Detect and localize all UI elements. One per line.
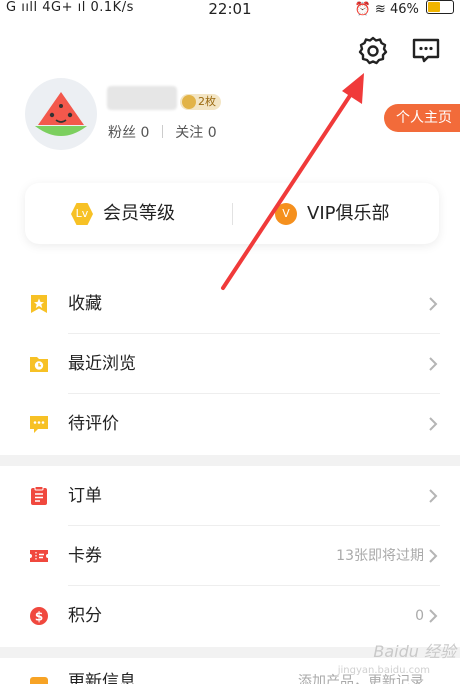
update-info-icon [29, 676, 49, 684]
vip-badge-icon: V [275, 203, 297, 225]
chevron-right-icon [426, 416, 440, 432]
membership-card: Lv 会员等级 V VIP俱乐部 [25, 183, 439, 244]
vip-club-button[interactable]: V VIP俱乐部 [275, 183, 389, 244]
username-blurred [107, 86, 177, 110]
menu-row-to-review[interactable]: 待评价 [0, 394, 460, 454]
chevron-right-icon [426, 488, 440, 504]
member-level-button[interactable]: Lv 会员等级 [71, 183, 175, 244]
status-right: ⏰ ≋ 46% [355, 0, 454, 17]
alarm-icon: ⏰ [354, 2, 371, 17]
profile-stats: 粉丝 0 关注 0 [108, 122, 217, 142]
level-badge-icon: Lv [71, 203, 93, 225]
star-bookmark-icon [29, 294, 49, 314]
menu-label: 卡券 [68, 546, 102, 566]
menu-label: 最近浏览 [68, 354, 136, 374]
points-value: 0 [415, 608, 424, 624]
message-icon[interactable] [410, 34, 442, 66]
personal-home-button[interactable]: 个人主页 [384, 104, 460, 132]
baidu-watermark: Baidu 经验 [373, 642, 456, 661]
settings-gear-icon[interactable] [357, 34, 389, 66]
membership-divider [232, 203, 233, 225]
battery-icon [426, 0, 454, 14]
menu-label: 待评价 [68, 414, 119, 434]
comment-icon [29, 414, 49, 434]
menu-label: 收藏 [68, 294, 102, 314]
chevron-right-icon [426, 356, 440, 372]
fans-count[interactable]: 粉丝 0 [108, 125, 149, 141]
follow-count[interactable]: 关注 0 [175, 125, 216, 141]
menu-row-points[interactable]: $ 积分 0 [0, 586, 460, 646]
chevron-right-icon [426, 608, 440, 624]
chevron-right-icon [426, 548, 440, 564]
section-gap [0, 455, 460, 466]
medal-count: 2枚 [198, 95, 216, 108]
wifi-icon: ≋ [374, 2, 386, 17]
coupon-expiry-note: 13张即将过期 [336, 548, 424, 564]
menu-label: 订单 [68, 486, 102, 506]
menu-row-favorites[interactable]: 收藏 [0, 274, 460, 334]
points-coin-icon: $ [29, 606, 49, 626]
order-list-icon [29, 486, 49, 506]
battery-percent: 46% [389, 2, 419, 17]
svg-text:$: $ [35, 610, 43, 624]
menu-row-recent[interactable]: 最近浏览 [0, 334, 460, 394]
status-bar: G ııll 4G+ ıl 0.1K/s 22:01 ⏰ ≋ 46% [0, 0, 460, 18]
chevron-right-icon [426, 296, 440, 312]
menu-label: 更新信息 [68, 672, 136, 684]
menu-label: 积分 [68, 606, 102, 626]
vip-club-label: VIP俱乐部 [307, 203, 390, 224]
baidu-watermark-url: jingyan.baidu.com [337, 665, 430, 676]
menu-row-orders[interactable]: 订单 [0, 466, 460, 526]
menu-row-coupons[interactable]: 卡券 13张即将过期 [0, 526, 460, 586]
medal-icon [182, 95, 196, 109]
medal-badge[interactable]: 2枚 [180, 94, 221, 110]
stats-divider [161, 125, 163, 138]
folder-clock-icon [29, 354, 49, 374]
member-level-label: 会员等级 [103, 203, 175, 224]
avatar[interactable] [25, 78, 97, 150]
ticket-icon [29, 546, 49, 566]
